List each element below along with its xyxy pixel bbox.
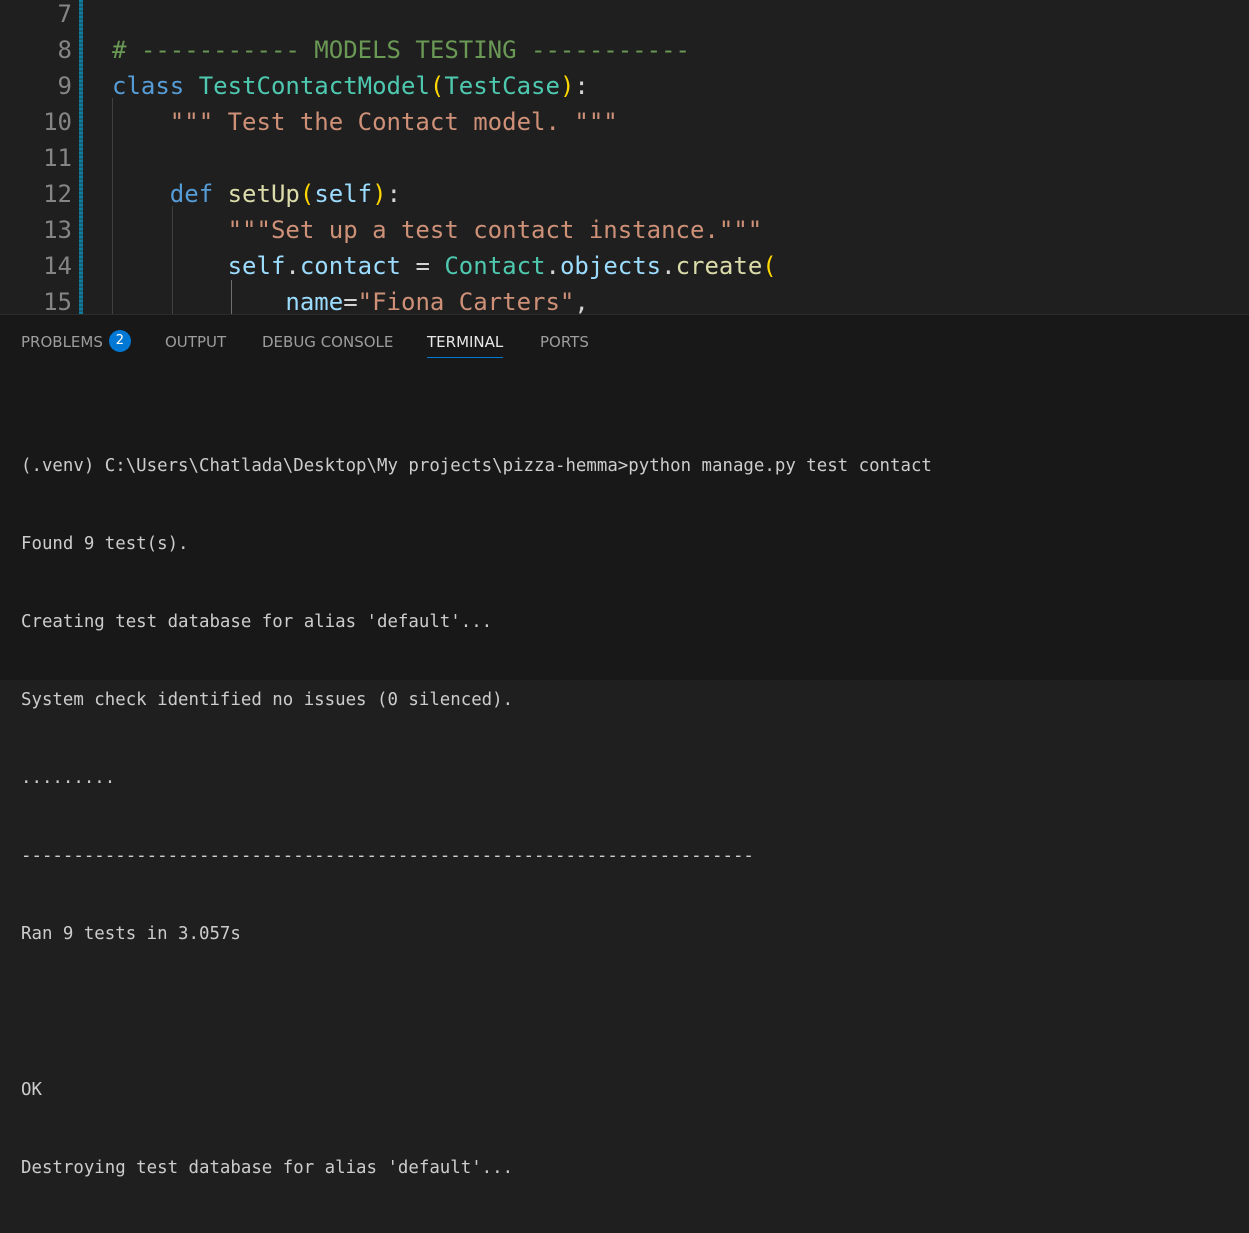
code-line: 8 # ----------- MODELS TESTING ----------… xyxy=(0,32,1249,68)
code-token: = xyxy=(343,288,358,314)
code-token: = xyxy=(401,252,445,280)
line-number: 10 xyxy=(43,108,72,136)
tab-output[interactable]: OUTPUT xyxy=(165,331,226,357)
tab-label: TERMINAL xyxy=(427,333,504,351)
terminal-line: Destroying test database for alias 'defa… xyxy=(21,1158,514,1178)
code-token: class xyxy=(112,72,185,100)
code-token: self xyxy=(314,180,373,208)
code-token: create xyxy=(675,252,763,280)
code-token: ) xyxy=(372,180,387,208)
terminal-line: Found 9 test(s). xyxy=(21,534,189,554)
line-number: 8 xyxy=(57,36,72,64)
code-text: def setUp(self): xyxy=(112,176,401,212)
line-number: 15 xyxy=(43,288,72,314)
code-token: ) xyxy=(559,72,575,100)
code-line: 12 def setUp(self): xyxy=(0,176,1249,212)
code-token: TestCase xyxy=(444,72,560,100)
code-token: self xyxy=(227,252,286,280)
terminal-line: System check identified no issues (0 sil… xyxy=(21,690,514,710)
code-line: 10 """ Test the Contact model. """ xyxy=(0,104,1249,140)
tab-debug-console[interactable]: DEBUG CONSOLE xyxy=(262,331,393,357)
code-text: self.contact = Contact.objects.create( xyxy=(112,248,777,284)
code-line: 7 xyxy=(0,0,1249,32)
panel-tab-bar: PROBLEMS 2 OUTPUT DEBUG CONSOLE TERMINAL … xyxy=(0,315,1249,365)
code-token: TestContactModel xyxy=(198,72,430,100)
code-editor[interactable]: 7 8 # ----------- MODELS TESTING ---------… xyxy=(0,0,1249,314)
code-token: Contact xyxy=(444,252,546,280)
problems-count-badge: 2 xyxy=(108,330,131,352)
code-line: 15 name="Fiona Carters", xyxy=(0,284,1249,314)
terminal-line: (.venv) C:\Users\Chatlada\Desktop\My pro… xyxy=(21,456,932,476)
terminal-output[interactable]: (.venv) C:\Users\Chatlada\Desktop\My pro… xyxy=(21,401,932,1233)
code-text: name="Fiona Carters", xyxy=(112,284,589,314)
code-token: . xyxy=(545,252,560,280)
line-number: 7 xyxy=(57,0,72,28)
code-token: setUp xyxy=(227,180,300,208)
code-token: contact xyxy=(299,252,401,280)
tab-label: PROBLEMS xyxy=(21,333,103,351)
code-token: """Set up a test contact instance.""" xyxy=(112,216,763,244)
code-token: . xyxy=(661,252,676,280)
code-token: "Fiona Carters" xyxy=(357,288,575,314)
terminal-line: Ran 9 tests in 3.057s xyxy=(21,924,241,944)
tab-problems[interactable]: PROBLEMS 2 xyxy=(21,330,131,357)
terminal-line: ----------------------------------------… xyxy=(21,846,754,866)
line-number: 11 xyxy=(43,144,72,172)
line-number: 14 xyxy=(43,252,72,280)
bottom-panel: PROBLEMS 2 OUTPUT DEBUG CONSOLE TERMINAL … xyxy=(0,314,1249,1178)
code-token: objects xyxy=(559,252,662,280)
code-token: # ----------- MODELS TESTING ----------- xyxy=(112,36,690,64)
tab-label: DEBUG CONSOLE xyxy=(262,333,394,351)
line-number: 13 xyxy=(43,216,72,244)
code-line: 11 xyxy=(0,140,1249,176)
code-token: ( xyxy=(429,72,445,100)
code-token: , xyxy=(574,288,589,314)
terminal-line: OK xyxy=(21,1080,42,1100)
code-token: """ Test the Contact model. """ xyxy=(112,108,618,136)
tab-ports[interactable]: PORTS xyxy=(540,331,589,357)
code-token: . xyxy=(285,252,300,280)
tab-terminal[interactable]: TERMINAL xyxy=(427,331,504,358)
code-text: """ Test the Contact model. """ xyxy=(112,104,618,140)
code-text: """Set up a test contact instance.""" xyxy=(112,212,763,248)
code-token: name xyxy=(285,288,344,314)
code-token: : xyxy=(386,180,402,208)
line-number: 9 xyxy=(57,72,72,100)
code-line: 14 self.contact = Contact.objects.create… xyxy=(0,248,1249,284)
tab-label: OUTPUT xyxy=(165,333,227,351)
terminal-line: Creating test database for alias 'defaul… xyxy=(21,612,493,632)
code-token: : xyxy=(574,72,589,100)
code-line: 13 """Set up a test contact instance.""" xyxy=(0,212,1249,248)
line-number: 12 xyxy=(43,180,72,208)
code-text: class TestContactModel(TestCase): xyxy=(112,68,589,104)
code-token: ( xyxy=(762,252,777,280)
code-line: 9 class TestContactModel(TestCase): xyxy=(0,68,1249,104)
code-token: ( xyxy=(299,180,315,208)
terminal-line: ......... xyxy=(21,768,116,788)
code-text: # ----------- MODELS TESTING ----------- xyxy=(112,32,690,68)
tab-label: PORTS xyxy=(540,333,589,351)
code-token: def xyxy=(169,180,214,208)
